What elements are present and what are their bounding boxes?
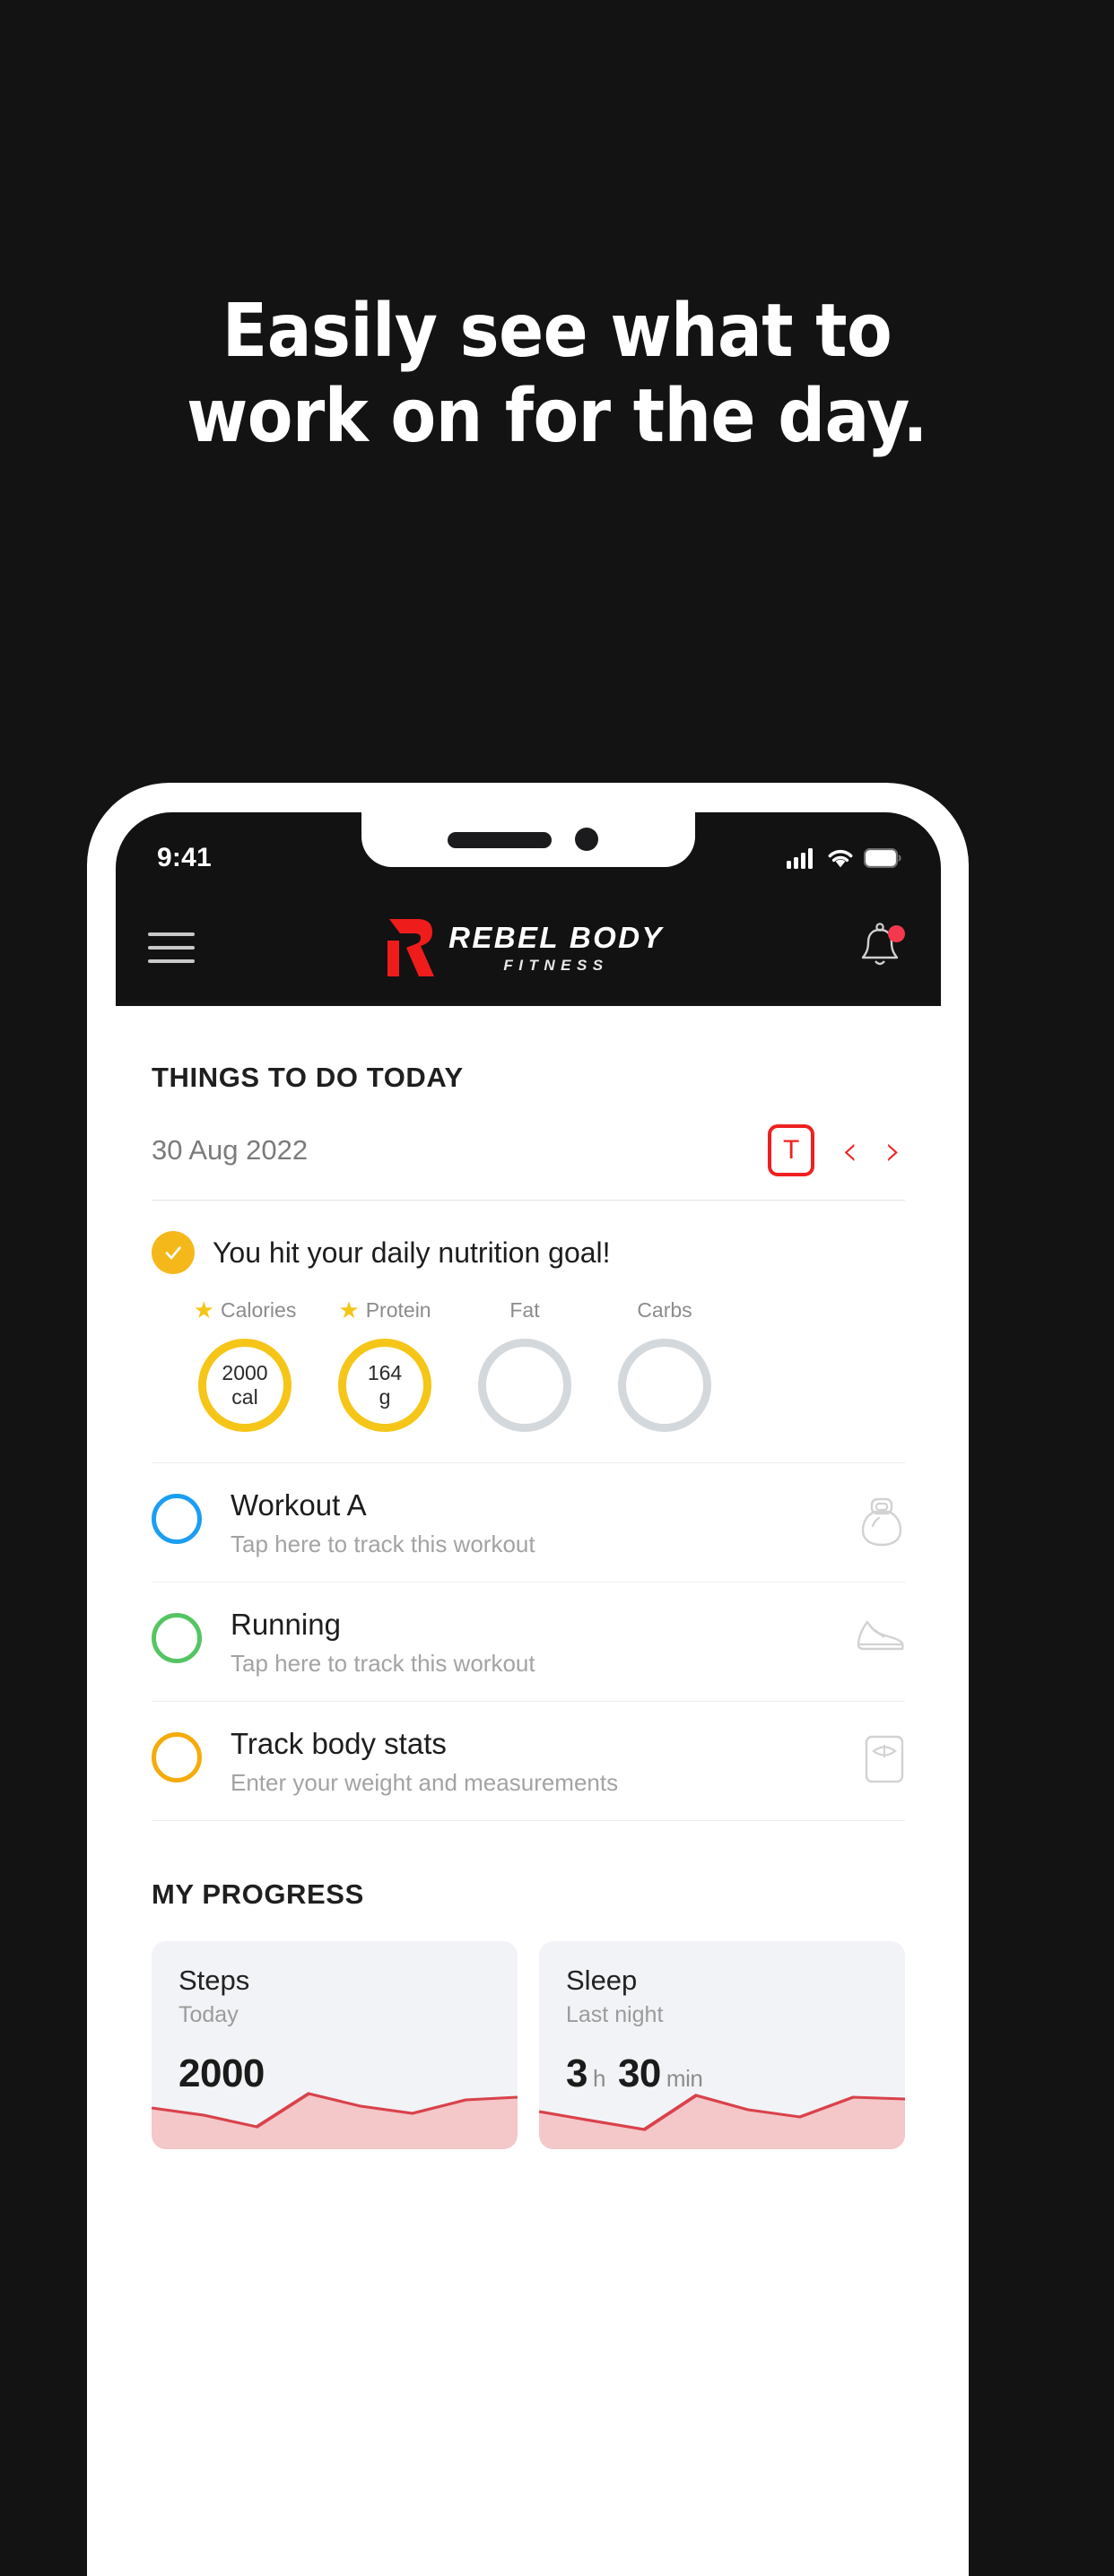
- macro-label-row: ★ Protein: [338, 1296, 431, 1324]
- macro-label: Protein: [365, 1297, 431, 1322]
- task-title: Track body stats: [231, 1726, 447, 1760]
- macro-ring-calories[interactable]: ★ Calories 2000 cal: [191, 1296, 299, 1432]
- running-shoe-icon: [849, 1608, 905, 1656]
- headline-line-1: Easily see what to: [222, 289, 892, 374]
- wifi-icon: [828, 849, 853, 867]
- nutrition-summary[interactable]: You hit your daily nutrition goal! ★ Cal…: [152, 1201, 905, 1463]
- notch-speaker: [448, 832, 552, 848]
- brand-logo[interactable]: REBEL BODY FITNESS: [384, 917, 664, 978]
- brand-name: REBEL BODY: [448, 921, 664, 954]
- check-circle-icon: [152, 1231, 195, 1274]
- macro-label-row: Carbs: [637, 1296, 692, 1324]
- task-status-ring[interactable]: [152, 1612, 202, 1663]
- card-subtitle: Last night: [566, 2001, 664, 2027]
- card-title: Steps: [178, 1964, 250, 1996]
- macro-ring: 2000 cal: [198, 1339, 292, 1432]
- rebel-r-logo-icon: [387, 919, 435, 976]
- task-row-workout-a[interactable]: Workout A Tap here to track this workout: [152, 1463, 905, 1583]
- task-text: Track body stats Enter your weight and m…: [202, 1727, 849, 1797]
- macro-ring: [478, 1339, 571, 1432]
- hamburger-menu-icon[interactable]: [148, 932, 195, 963]
- hamburger-bar: [148, 946, 195, 950]
- app-navbar: REBEL BODY FITNESS: [116, 889, 941, 1006]
- star-icon: ★: [338, 1297, 360, 1323]
- today-button[interactable]: T: [768, 1124, 815, 1176]
- macro-ring: 164 g: [338, 1339, 431, 1432]
- hamburger-bar: [148, 959, 195, 963]
- macro-ring-carbs[interactable]: Carbs: [611, 1296, 718, 1432]
- macro-rings: ★ Calories 2000 cal ★ Protein 164 g Fat …: [152, 1296, 905, 1432]
- weight-scale-icon: [849, 1727, 905, 1784]
- card-title: Sleep: [566, 1964, 638, 1996]
- nutrition-headline-row: You hit your daily nutrition goal!: [152, 1231, 905, 1274]
- macro-value: 164: [367, 1360, 403, 1384]
- task-row-track-body-stats[interactable]: Track body stats Enter your weight and m…: [152, 1702, 905, 1821]
- task-row-running[interactable]: Running Tap here to track this workout: [152, 1583, 905, 1702]
- macro-unit: cal: [231, 1385, 258, 1409]
- nutrition-message: You hit your daily nutrition goal!: [213, 1236, 611, 1269]
- macro-label: Carbs: [637, 1297, 692, 1322]
- progress-card-steps[interactable]: Steps Today 2000: [152, 1940, 518, 2149]
- phone-screen: 9:41 REBEL BODY FITNESS THINGS TO DO TOD…: [116, 812, 941, 2570]
- macro-ring: [618, 1339, 711, 1432]
- prev-day-chevron-icon[interactable]: ‹: [841, 1130, 857, 1171]
- macro-label: Calories: [220, 1297, 297, 1322]
- macro-value: 2000: [222, 1360, 268, 1384]
- macro-ring-protein[interactable]: ★ Protein 164 g: [331, 1296, 439, 1432]
- task-title: Running: [231, 1607, 341, 1641]
- current-date-label: 30 Aug 2022: [152, 1134, 309, 1166]
- date-navigation-row: 30 Aug 2022 T ‹ ›: [152, 1124, 905, 1201]
- battery-icon: [864, 848, 901, 868]
- macro-unit: g: [379, 1385, 391, 1409]
- progress-cards: Steps Today 2000 Sleep Last night 3 h 30 mi…: [152, 1940, 905, 2149]
- app-content: THINGS TO DO TODAY 30 Aug 2022 T ‹ › You…: [116, 1006, 941, 2570]
- status-time: 9:41: [157, 843, 212, 872]
- star-icon: ★: [193, 1297, 214, 1323]
- task-text: Workout A Tap here to track this workout: [202, 1488, 849, 1558]
- headline-line-2: work on for the day.: [187, 374, 927, 460]
- task-subtitle: Tap here to track this workout: [231, 1530, 535, 1557]
- promo-headline: Easily see what to work on for the day.: [0, 289, 1114, 459]
- task-subtitle: Enter your weight and measurements: [231, 1768, 619, 1796]
- cellular-signal-icon: [787, 848, 813, 869]
- things-to-do-heading: THINGS TO DO TODAY: [152, 1062, 464, 1093]
- task-subtitle: Tap here to track this workout: [231, 1649, 535, 1677]
- sleep-sparkline-chart: [539, 2093, 905, 2149]
- notch-camera: [575, 828, 598, 851]
- kettlebell-icon: [849, 1488, 905, 1548]
- date-controls: T ‹ ›: [768, 1124, 905, 1176]
- hamburger-bar: [148, 932, 195, 936]
- brand-tagline: FITNESS: [503, 957, 609, 974]
- my-progress-heading: MY PROGRESS: [152, 1878, 364, 1910]
- status-icon-group: [787, 833, 901, 869]
- task-status-ring[interactable]: [152, 1494, 202, 1544]
- task-status-ring[interactable]: [152, 1731, 202, 1782]
- notification-badge-dot: [887, 925, 905, 942]
- task-text: Running Tap here to track this workout: [202, 1608, 849, 1678]
- steps-sparkline-chart: [152, 2092, 518, 2149]
- macro-label-row: ★ Calories: [194, 1296, 297, 1324]
- macro-label: Fat: [509, 1297, 540, 1322]
- phone-notch: [361, 812, 695, 867]
- next-day-chevron-icon[interactable]: ›: [885, 1130, 901, 1171]
- card-subtitle: Today: [178, 2001, 239, 2027]
- macro-label-row: Fat: [509, 1296, 539, 1324]
- task-title: Workout A: [231, 1488, 367, 1522]
- brand-text: REBEL BODY FITNESS: [448, 923, 664, 973]
- progress-card-sleep[interactable]: Sleep Last night 3 h 30 min: [539, 1940, 905, 2149]
- macro-ring-fat[interactable]: Fat: [471, 1296, 579, 1432]
- notification-bell-button[interactable]: [858, 922, 907, 974]
